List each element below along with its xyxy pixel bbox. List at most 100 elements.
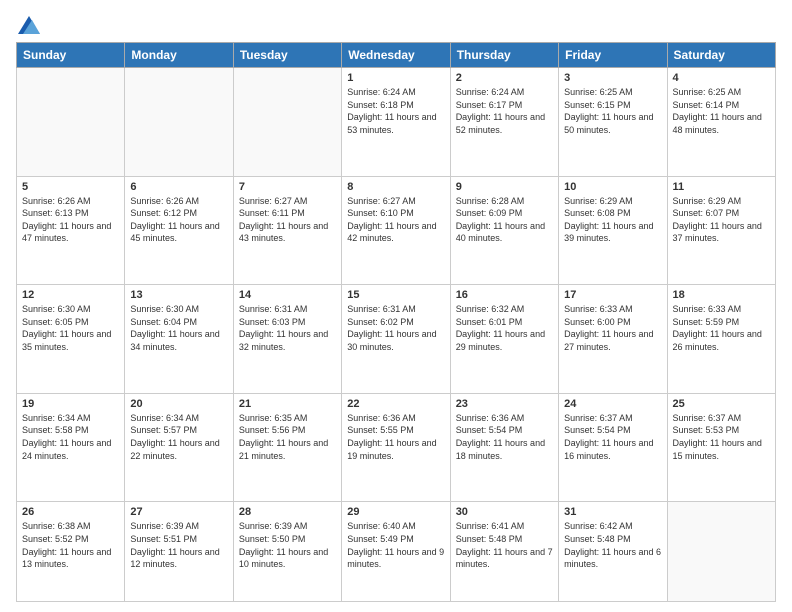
cell-info-text: Sunrise: 6:28 AMSunset: 6:09 PMDaylight:… — [456, 195, 553, 245]
calendar-cell: 3 Sunrise: 6:25 AMSunset: 6:15 PMDaylight… — [559, 68, 667, 177]
cell-info-text: Sunrise: 6:27 AMSunset: 6:11 PMDaylight:… — [239, 195, 336, 245]
calendar-cell: 23Sunrise: 6:36 AMSunset: 5:54 PMDayligh… — [450, 393, 558, 502]
cell-date-number: 9 — [456, 181, 553, 193]
cell-date-number: 12 — [22, 289, 119, 301]
cell-date-number: 29 — [347, 506, 444, 518]
weekday-header-tuesday: Tuesday — [233, 43, 341, 68]
calendar-table: SundayMondayTuesdayWednesdayThursdayFrid… — [16, 42, 776, 602]
calendar-cell: 5 Sunrise: 6:26 AMSunset: 6:13 PMDaylight… — [17, 176, 125, 285]
cell-info-text: Sunrise: 6:24 AMSunset: 6:18 PMDaylight:… — [347, 86, 444, 136]
cell-date-number: 8 — [347, 181, 444, 193]
cell-info-text: Sunrise: 6:34 AMSunset: 5:58 PMDaylight:… — [22, 412, 119, 462]
cell-date-number: 5 — [22, 181, 119, 193]
cell-info-text: Sunrise: 6:26 AMSunset: 6:13 PMDaylight:… — [22, 195, 119, 245]
calendar-cell: 27 Sunrise: 6:39 AMSunset: 5:51 PMDayligh… — [125, 502, 233, 602]
calendar-cell: 10 Sunrise: 6:29 AMSunset: 6:08 PMDayligh… — [559, 176, 667, 285]
calendar-cell: 24Sunrise: 6:37 AMSunset: 5:54 PMDayligh… — [559, 393, 667, 502]
calendar-cell: 18Sunrise: 6:33 AMSunset: 5:59 PMDayligh… — [667, 285, 775, 394]
calendar-cell: 20Sunrise: 6:34 AMSunset: 5:57 PMDayligh… — [125, 393, 233, 502]
cell-date-number: 19 — [22, 398, 119, 410]
calendar-cell: 17 Sunrise: 6:33 AMSunset: 6:00 PMDayligh… — [559, 285, 667, 394]
cell-info-text: Sunrise: 6:30 AMSunset: 6:05 PMDaylight:… — [22, 303, 119, 353]
week-row-2: 5 Sunrise: 6:26 AMSunset: 6:13 PMDaylight… — [17, 176, 776, 285]
cell-info-text: Sunrise: 6:26 AMSunset: 6:12 PMDaylight:… — [130, 195, 227, 245]
cell-date-number: 14 — [239, 289, 336, 301]
week-row-4: 19 Sunrise: 6:34 AMSunset: 5:58 PMDayligh… — [17, 393, 776, 502]
logo — [16, 16, 40, 32]
calendar-cell: 15 Sunrise: 6:31 AMSunset: 6:02 PMDayligh… — [342, 285, 450, 394]
calendar-cell: 7 Sunrise: 6:27 AMSunset: 6:11 PMDaylight… — [233, 176, 341, 285]
calendar-cell: 25 Sunrise: 6:37 AMSunset: 5:53 PMDayligh… — [667, 393, 775, 502]
calendar-cell: 30Sunrise: 6:41 AMSunset: 5:48 PMDayligh… — [450, 502, 558, 602]
cell-info-text: Sunrise: 6:37 AMSunset: 5:53 PMDaylight:… — [673, 412, 770, 462]
week-row-1: 1 Sunrise: 6:24 AMSunset: 6:18 PMDaylight… — [17, 68, 776, 177]
cell-date-number: 2 — [456, 72, 553, 84]
cell-info-text: Sunrise: 6:31 AMSunset: 6:03 PMDaylight:… — [239, 303, 336, 353]
calendar-cell — [667, 502, 775, 602]
cell-date-number: 20 — [130, 398, 227, 410]
cell-date-number: 17 — [564, 289, 661, 301]
calendar-cell — [125, 68, 233, 177]
calendar-cell: 9 Sunrise: 6:28 AMSunset: 6:09 PMDaylight… — [450, 176, 558, 285]
page: SundayMondayTuesdayWednesdayThursdayFrid… — [0, 0, 792, 612]
cell-info-text: Sunrise: 6:36 AMSunset: 5:55 PMDaylight:… — [347, 412, 444, 462]
cell-date-number: 10 — [564, 181, 661, 193]
calendar-cell: 14 Sunrise: 6:31 AMSunset: 6:03 PMDayligh… — [233, 285, 341, 394]
calendar-cell: 12 Sunrise: 6:30 AMSunset: 6:05 PMDayligh… — [17, 285, 125, 394]
cell-date-number: 1 — [347, 72, 444, 84]
cell-date-number: 27 — [130, 506, 227, 518]
cell-info-text: Sunrise: 6:27 AMSunset: 6:10 PMDaylight:… — [347, 195, 444, 245]
weekday-header-sunday: Sunday — [17, 43, 125, 68]
cell-info-text: Sunrise: 6:24 AMSunset: 6:17 PMDaylight:… — [456, 86, 553, 136]
cell-date-number: 15 — [347, 289, 444, 301]
cell-info-text: Sunrise: 6:29 AMSunset: 6:08 PMDaylight:… — [564, 195, 661, 245]
cell-date-number: 6 — [130, 181, 227, 193]
weekday-header-saturday: Saturday — [667, 43, 775, 68]
cell-info-text: Sunrise: 6:42 AMSunset: 5:48 PMDaylight:… — [564, 520, 661, 570]
cell-info-text: Sunrise: 6:33 AMSunset: 6:00 PMDaylight:… — [564, 303, 661, 353]
cell-date-number: 31 — [564, 506, 661, 518]
cell-info-text: Sunrise: 6:39 AMSunset: 5:51 PMDaylight:… — [130, 520, 227, 570]
header — [16, 16, 776, 32]
cell-date-number: 26 — [22, 506, 119, 518]
calendar-cell: 6 Sunrise: 6:26 AMSunset: 6:12 PMDaylight… — [125, 176, 233, 285]
cell-date-number: 28 — [239, 506, 336, 518]
logo-icon — [18, 16, 40, 34]
cell-date-number: 7 — [239, 181, 336, 193]
calendar-cell: 26 Sunrise: 6:38 AMSunset: 5:52 PMDayligh… — [17, 502, 125, 602]
calendar-cell: 19 Sunrise: 6:34 AMSunset: 5:58 PMDayligh… — [17, 393, 125, 502]
calendar-header-row: SundayMondayTuesdayWednesdayThursdayFrid… — [17, 43, 776, 68]
calendar-cell: 16Sunrise: 6:32 AMSunset: 6:01 PMDayligh… — [450, 285, 558, 394]
weekday-header-wednesday: Wednesday — [342, 43, 450, 68]
cell-info-text: Sunrise: 6:38 AMSunset: 5:52 PMDaylight:… — [22, 520, 119, 570]
calendar-cell: 29 Sunrise: 6:40 AMSunset: 5:49 PMDayligh… — [342, 502, 450, 602]
calendar-cell: 4 Sunrise: 6:25 AMSunset: 6:14 PMDaylight… — [667, 68, 775, 177]
cell-date-number: 4 — [673, 72, 770, 84]
cell-info-text: Sunrise: 6:33 AMSunset: 5:59 PMDaylight:… — [673, 303, 770, 353]
cell-date-number: 24 — [564, 398, 661, 410]
cell-info-text: Sunrise: 6:35 AMSunset: 5:56 PMDaylight:… — [239, 412, 336, 462]
calendar-cell: 21 Sunrise: 6:35 AMSunset: 5:56 PMDayligh… — [233, 393, 341, 502]
cell-info-text: Sunrise: 6:25 AMSunset: 6:14 PMDaylight:… — [673, 86, 770, 136]
cell-info-text: Sunrise: 6:36 AMSunset: 5:54 PMDaylight:… — [456, 412, 553, 462]
cell-info-text: Sunrise: 6:32 AMSunset: 6:01 PMDaylight:… — [456, 303, 553, 353]
cell-date-number: 3 — [564, 72, 661, 84]
cell-info-text: Sunrise: 6:39 AMSunset: 5:50 PMDaylight:… — [239, 520, 336, 570]
cell-info-text: Sunrise: 6:29 AMSunset: 6:07 PMDaylight:… — [673, 195, 770, 245]
calendar-cell: 2 Sunrise: 6:24 AMSunset: 6:17 PMDaylight… — [450, 68, 558, 177]
calendar-cell: 31 Sunrise: 6:42 AMSunset: 5:48 PMDayligh… — [559, 502, 667, 602]
cell-date-number: 11 — [673, 181, 770, 193]
cell-date-number: 21 — [239, 398, 336, 410]
calendar-cell: 8 Sunrise: 6:27 AMSunset: 6:10 PMDaylight… — [342, 176, 450, 285]
cell-date-number: 30 — [456, 506, 553, 518]
week-row-5: 26 Sunrise: 6:38 AMSunset: 5:52 PMDayligh… — [17, 502, 776, 602]
cell-date-number: 13 — [130, 289, 227, 301]
calendar-cell: 1 Sunrise: 6:24 AMSunset: 6:18 PMDaylight… — [342, 68, 450, 177]
cell-info-text: Sunrise: 6:25 AMSunset: 6:15 PMDaylight:… — [564, 86, 661, 136]
calendar-cell — [233, 68, 341, 177]
weekday-header-friday: Friday — [559, 43, 667, 68]
calendar-cell: 22Sunrise: 6:36 AMSunset: 5:55 PMDayligh… — [342, 393, 450, 502]
cell-info-text: Sunrise: 6:40 AMSunset: 5:49 PMDaylight:… — [347, 520, 444, 570]
cell-info-text: Sunrise: 6:31 AMSunset: 6:02 PMDaylight:… — [347, 303, 444, 353]
cell-date-number: 25 — [673, 398, 770, 410]
